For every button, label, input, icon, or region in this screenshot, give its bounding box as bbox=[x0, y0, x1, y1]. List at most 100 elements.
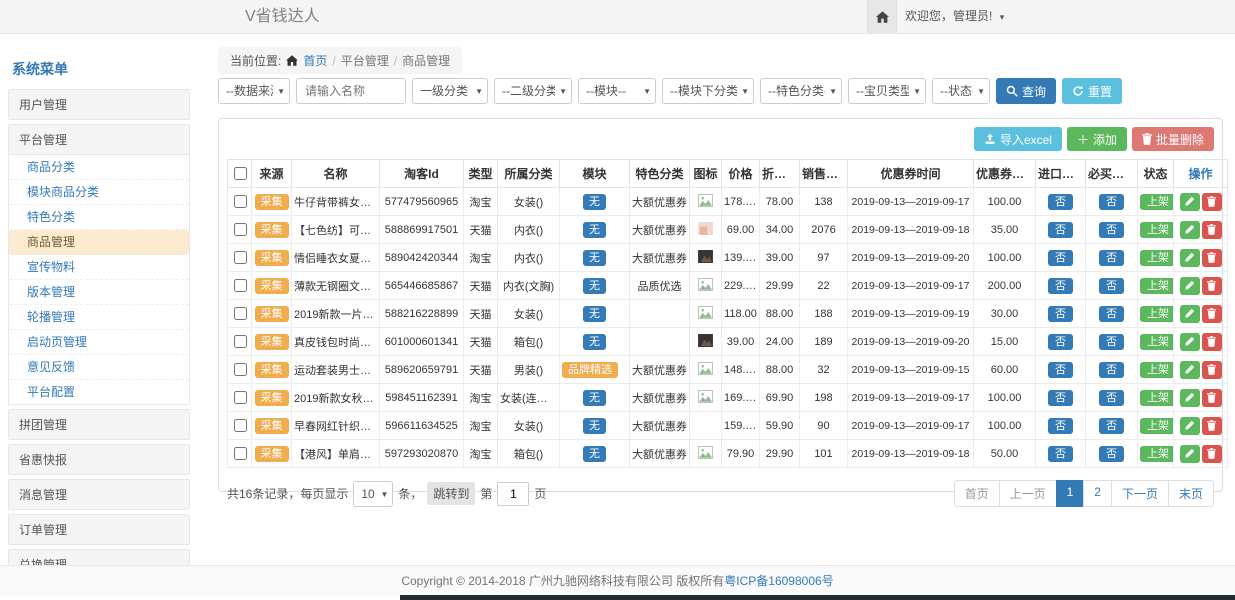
edit-button[interactable] bbox=[1180, 389, 1200, 407]
delete-button[interactable] bbox=[1202, 445, 1222, 463]
page-link-5[interactable]: 末页 bbox=[1168, 480, 1214, 507]
row-checkbox[interactable] bbox=[234, 363, 247, 376]
status-button[interactable]: 上架 bbox=[1140, 390, 1174, 406]
page-link-2[interactable]: 1 bbox=[1056, 480, 1085, 507]
user-menu[interactable]: 欢迎您，管理员! ▾ bbox=[905, 0, 1004, 34]
sidebar-item-6[interactable]: 兑换管理 bbox=[8, 549, 190, 565]
delete-button[interactable] bbox=[1202, 417, 1222, 435]
sidebar-subitem-3[interactable]: 商品管理 bbox=[9, 230, 189, 255]
delete-button[interactable] bbox=[1202, 221, 1222, 239]
edit-button[interactable] bbox=[1180, 361, 1200, 379]
home-button[interactable] bbox=[867, 0, 897, 33]
must-buy-toggle[interactable]: 否 bbox=[1099, 418, 1124, 434]
import-select-toggle[interactable]: 否 bbox=[1048, 278, 1073, 294]
delete-button[interactable] bbox=[1202, 305, 1222, 323]
edit-button[interactable] bbox=[1180, 249, 1200, 267]
page-link-3[interactable]: 2 bbox=[1083, 480, 1112, 507]
row-checkbox[interactable] bbox=[234, 419, 247, 432]
delete-button[interactable] bbox=[1202, 333, 1222, 351]
sidebar-subitem-7[interactable]: 启动页管理 bbox=[9, 330, 189, 355]
must-buy-toggle[interactable]: 否 bbox=[1099, 278, 1124, 294]
must-buy-toggle[interactable]: 否 bbox=[1099, 334, 1124, 350]
page-number-input[interactable] bbox=[497, 482, 529, 506]
row-checkbox[interactable] bbox=[234, 279, 247, 292]
reset-button[interactable]: 重置 bbox=[1062, 78, 1122, 104]
breadcrumb-home-link[interactable]: 首页 bbox=[303, 52, 327, 69]
sidebar-subitem-8[interactable]: 意见反馈 bbox=[9, 355, 189, 380]
icp-link[interactable]: 粤ICP备16098006号 bbox=[724, 574, 833, 588]
sidebar-subitem-4[interactable]: 宣传物料 bbox=[9, 255, 189, 280]
per-page-select[interactable]: 10 bbox=[353, 481, 393, 507]
filter-select-3[interactable]: --二级分类-- bbox=[494, 78, 572, 104]
filter-select-2[interactable]: 一级分类 bbox=[412, 78, 488, 104]
delete-button[interactable] bbox=[1202, 389, 1222, 407]
filter-select-7[interactable]: --宝贝类型-- bbox=[848, 78, 926, 104]
edit-button[interactable] bbox=[1180, 417, 1200, 435]
jump-button[interactable]: 跳转到 bbox=[427, 482, 475, 505]
delete-button[interactable] bbox=[1202, 361, 1222, 379]
filter-select-5[interactable]: --模块下分类-- bbox=[662, 78, 754, 104]
page-link-1[interactable]: 上一页 bbox=[999, 480, 1057, 507]
status-button[interactable]: 上架 bbox=[1140, 418, 1174, 434]
must-buy-toggle[interactable]: 否 bbox=[1099, 222, 1124, 238]
sidebar-subitem-5[interactable]: 版本管理 bbox=[9, 280, 189, 305]
sidebar-subitem-9[interactable]: 平台配置 bbox=[9, 380, 189, 404]
page-link-4[interactable]: 下一页 bbox=[1111, 480, 1169, 507]
edit-button[interactable] bbox=[1180, 305, 1200, 323]
status-button[interactable]: 上架 bbox=[1140, 278, 1174, 294]
import-select-toggle[interactable]: 否 bbox=[1048, 194, 1073, 210]
sidebar-item-2[interactable]: 拼团管理 bbox=[8, 409, 190, 440]
import-excel-button[interactable]: 导入excel bbox=[974, 127, 1062, 151]
import-select-toggle[interactable]: 否 bbox=[1048, 250, 1073, 266]
must-buy-toggle[interactable]: 否 bbox=[1099, 390, 1124, 406]
batch-delete-button[interactable]: 批量删除 bbox=[1132, 127, 1214, 151]
must-buy-toggle[interactable]: 否 bbox=[1099, 306, 1124, 322]
import-select-toggle[interactable]: 否 bbox=[1048, 222, 1073, 238]
filter-select-4[interactable]: --模块-- bbox=[578, 78, 656, 104]
sidebar-item-1[interactable]: 平台管理 bbox=[8, 124, 190, 155]
filter-select-0[interactable]: --数据来源-- bbox=[218, 78, 290, 104]
status-button[interactable]: 上架 bbox=[1140, 362, 1174, 378]
import-select-toggle[interactable]: 否 bbox=[1048, 446, 1073, 462]
select-all-checkbox[interactable] bbox=[234, 167, 247, 180]
delete-button[interactable] bbox=[1202, 277, 1222, 295]
edit-button[interactable] bbox=[1180, 333, 1200, 351]
name-search-input[interactable] bbox=[296, 78, 406, 104]
status-button[interactable]: 上架 bbox=[1140, 446, 1174, 462]
must-buy-toggle[interactable]: 否 bbox=[1099, 362, 1124, 378]
sidebar-subitem-0[interactable]: 商品分类 bbox=[9, 155, 189, 180]
import-select-toggle[interactable]: 否 bbox=[1048, 306, 1073, 322]
row-checkbox[interactable] bbox=[234, 223, 247, 236]
filter-select-6[interactable]: --特色分类-- bbox=[760, 78, 842, 104]
search-button[interactable]: 查询 bbox=[996, 78, 1056, 104]
status-button[interactable]: 上架 bbox=[1140, 194, 1174, 210]
row-checkbox[interactable] bbox=[234, 391, 247, 404]
status-button[interactable]: 上架 bbox=[1140, 306, 1174, 322]
sidebar-item-3[interactable]: 省惠快报 bbox=[8, 444, 190, 475]
import-select-toggle[interactable]: 否 bbox=[1048, 390, 1073, 406]
row-checkbox[interactable] bbox=[234, 335, 247, 348]
status-button[interactable]: 上架 bbox=[1140, 222, 1174, 238]
edit-button[interactable] bbox=[1180, 193, 1200, 211]
sidebar-item-0[interactable]: 用户管理 bbox=[8, 89, 190, 120]
must-buy-toggle[interactable]: 否 bbox=[1099, 194, 1124, 210]
row-checkbox[interactable] bbox=[234, 251, 247, 264]
delete-button[interactable] bbox=[1202, 193, 1222, 211]
delete-button[interactable] bbox=[1202, 249, 1222, 267]
status-button[interactable]: 上架 bbox=[1140, 250, 1174, 266]
sidebar-item-4[interactable]: 消息管理 bbox=[8, 479, 190, 510]
import-select-toggle[interactable]: 否 bbox=[1048, 334, 1073, 350]
sidebar-item-5[interactable]: 订单管理 bbox=[8, 514, 190, 545]
edit-button[interactable] bbox=[1180, 277, 1200, 295]
edit-button[interactable] bbox=[1180, 445, 1200, 463]
row-checkbox[interactable] bbox=[234, 307, 247, 320]
must-buy-toggle[interactable]: 否 bbox=[1099, 250, 1124, 266]
row-checkbox[interactable] bbox=[234, 195, 247, 208]
page-link-0[interactable]: 首页 bbox=[954, 480, 1000, 507]
sidebar-subitem-1[interactable]: 模块商品分类 bbox=[9, 180, 189, 205]
must-buy-toggle[interactable]: 否 bbox=[1099, 446, 1124, 462]
status-button[interactable]: 上架 bbox=[1140, 334, 1174, 350]
edit-button[interactable] bbox=[1180, 221, 1200, 239]
add-button[interactable]: ＋ 添加 bbox=[1067, 127, 1127, 151]
import-select-toggle[interactable]: 否 bbox=[1048, 362, 1073, 378]
